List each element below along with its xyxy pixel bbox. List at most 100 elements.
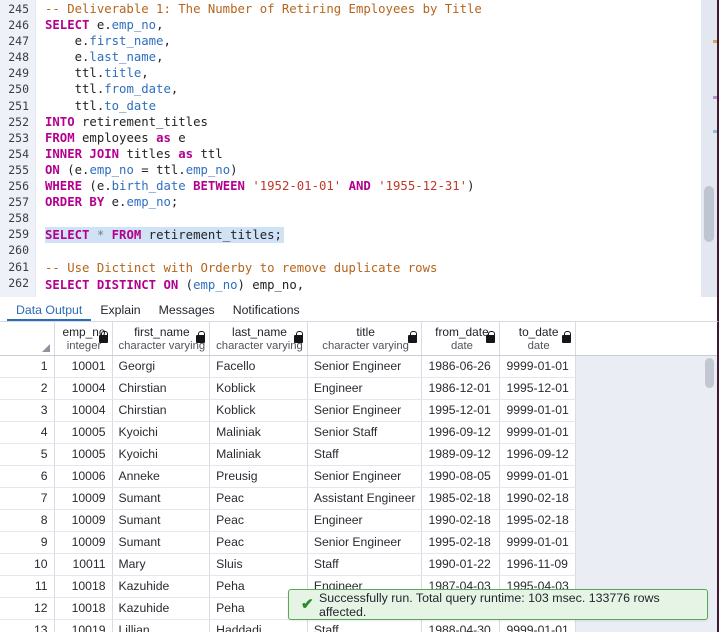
cell-from_date[interactable]: 1986-12-01 <box>421 377 501 400</box>
cell-to_date[interactable]: 1996-11-09 <box>499 553 576 576</box>
table-row[interactable]: 3 10004 Chirstian Koblick Senior Engineer 199… <box>0 399 576 422</box>
code-line[interactable]: e.last_name, <box>45 49 701 65</box>
cell-emp_no[interactable]: 10018 <box>54 597 113 620</box>
tab-messages[interactable]: Messages <box>150 303 224 321</box>
cell-title[interactable]: Engineer <box>307 509 423 532</box>
code-line[interactable]: e.first_name, <box>45 33 701 49</box>
cell-from_date[interactable]: 1989-09-12 <box>421 443 501 466</box>
code-line[interactable]: ORDER BY e.emp_no; <box>45 194 701 210</box>
cell-emp_no[interactable]: 10001 <box>54 355 113 378</box>
cell-title[interactable]: Staff <box>307 443 423 466</box>
cell-title[interactable]: Senior Staff <box>307 421 423 444</box>
cell-to_date[interactable]: 1995-12-01 <box>499 377 576 400</box>
cell-title[interactable]: Assistant Engineer <box>307 487 423 510</box>
cell-first_name[interactable]: Sumant <box>112 531 211 554</box>
table-row[interactable]: 6 10006 Anneke Preusig Senior Engineer 1990-0… <box>0 465 576 488</box>
cell-first_name[interactable]: Mary <box>112 553 211 576</box>
cell-first_name[interactable]: Anneke <box>112 465 211 488</box>
cell-from_date[interactable]: 1995-02-18 <box>421 531 501 554</box>
table-row[interactable]: 8 10009 Sumant Peac Engineer 1990-02-18 1995-0… <box>0 509 576 532</box>
sql-editor-scroll-area[interactable]: 245 246 247 248 249 250 251 252 253 254 255 256 257 2… <box>0 0 701 298</box>
cell-last_name[interactable]: Haddadi <box>209 619 308 632</box>
table-row[interactable]: 9 10009 Sumant Peac Senior Engineer 1995-02-1… <box>0 531 576 554</box>
cell-first_name[interactable]: Georgi <box>112 355 211 378</box>
sql-editor-panel[interactable]: 245 246 247 248 249 250 251 252 253 254 255 256 257 2… <box>0 0 719 298</box>
cell-last_name[interactable]: Sluis <box>209 553 308 576</box>
cell-from_date[interactable]: 1995-12-01 <box>421 399 501 422</box>
table-row[interactable]: 10 10011 Mary Sluis Staff 1990-01-22 1996-11-0… <box>0 553 576 576</box>
cell-first_name[interactable]: Kyoichi <box>112 443 211 466</box>
cell-title[interactable]: Senior Engineer <box>307 399 423 422</box>
code-line[interactable]: INTO retirement_titles <box>45 114 701 130</box>
cell-to_date[interactable]: 1996-09-12 <box>499 443 576 466</box>
cell-to_date[interactable]: 9999-01-01 <box>499 421 576 444</box>
code-line[interactable]: ttl.to_date <box>45 98 701 114</box>
code-line[interactable] <box>45 210 701 226</box>
cell-from_date[interactable]: 1986-06-26 <box>421 355 501 378</box>
cell-last_name[interactable]: Preusig <box>209 465 308 488</box>
row-number[interactable]: 8 <box>0 509 55 532</box>
tab-notifications[interactable]: Notifications <box>224 303 309 321</box>
cell-title[interactable]: Senior Engineer <box>307 531 423 554</box>
cell-last_name[interactable]: Peac <box>209 509 308 532</box>
cell-last_name[interactable]: Peac <box>209 487 308 510</box>
cell-first_name[interactable]: Kyoichi <box>112 421 211 444</box>
cell-emp_no[interactable]: 10009 <box>54 531 113 554</box>
row-number[interactable]: 7 <box>0 487 55 510</box>
row-number[interactable]: 13 <box>0 619 55 632</box>
row-number[interactable]: 3 <box>0 399 55 422</box>
cell-from_date[interactable]: 1985-02-18 <box>421 487 501 510</box>
cell-title[interactable]: Senior Engineer <box>307 465 423 488</box>
column-header-emp_no[interactable]: emp_no integer <box>54 322 113 356</box>
cell-emp_no[interactable]: 10019 <box>54 619 113 632</box>
column-header-title[interactable]: title character varying <box>307 322 423 356</box>
code-line[interactable]: SELECT * FROM retirement_titles; <box>45 227 284 244</box>
table-row[interactable]: 1 10001 Georgi Facello Senior Engineer 1986-0… <box>0 355 576 378</box>
cell-to_date[interactable]: 9999-01-01 <box>499 465 576 488</box>
sql-code-area[interactable]: -- Deliverable 1: The Number of Retiring… <box>36 0 701 297</box>
code-line[interactable] <box>45 244 701 260</box>
cell-emp_no[interactable]: 10009 <box>54 509 113 532</box>
row-number[interactable]: 4 <box>0 421 55 444</box>
row-number[interactable]: 6 <box>0 465 55 488</box>
cell-first_name[interactable]: Kazuhide <box>112 597 211 620</box>
cell-from_date[interactable]: 1990-01-22 <box>421 553 501 576</box>
cell-to_date[interactable]: 9999-01-01 <box>499 531 576 554</box>
cell-to_date[interactable]: 9999-01-01 <box>499 619 576 632</box>
cell-last_name[interactable]: Koblick <box>209 399 308 422</box>
tab-explain[interactable]: Explain <box>91 303 149 321</box>
data-output-grid[interactable]: emp_no integer first_name character varying… <box>0 322 719 632</box>
tab-data-output[interactable]: Data Output <box>7 303 92 322</box>
cell-emp_no[interactable]: 10005 <box>54 443 113 466</box>
code-line[interactable]: FROM employees as e <box>45 130 701 146</box>
cell-emp_no[interactable]: 10018 <box>54 575 113 598</box>
row-number[interactable]: 5 <box>0 443 55 466</box>
code-line[interactable]: ttl.from_date, <box>45 81 701 97</box>
table-row[interactable]: 2 10004 Chirstian Koblick Engineer 1986-12-01… <box>0 377 576 400</box>
cell-emp_no[interactable]: 10004 <box>54 399 113 422</box>
cell-emp_no[interactable]: 10011 <box>54 553 113 576</box>
code-line[interactable]: ttl.title, <box>45 65 701 81</box>
cell-from_date[interactable]: 1996-09-12 <box>421 421 501 444</box>
row-number[interactable]: 11 <box>0 575 55 598</box>
cell-to_date[interactable]: 9999-01-01 <box>499 355 576 378</box>
table-row[interactable]: 13 10019 Lillian Haddadi Staff 1988-04-30 9999… <box>0 619 576 632</box>
cell-last_name[interactable]: Maliniak <box>209 443 308 466</box>
code-line[interactable]: INNER JOIN titles as ttl <box>45 146 701 162</box>
column-header-first_name[interactable]: first_name character varying <box>112 322 211 356</box>
cell-last_name[interactable]: Peac <box>209 531 308 554</box>
code-line[interactable]: -- Deliverable 1: The Number of Retiring… <box>45 1 701 17</box>
row-number[interactable]: 10 <box>0 553 55 576</box>
column-header-to_date[interactable]: to_date date <box>499 322 576 356</box>
cell-first_name[interactable]: Chirstian <box>112 377 211 400</box>
cell-to_date[interactable]: 1995-02-18 <box>499 509 576 532</box>
cell-first_name[interactable]: Kazuhide <box>112 575 211 598</box>
column-header-from_date[interactable]: from_date date <box>421 322 501 356</box>
code-line[interactable]: WHERE (e.birth_date BETWEEN '1952-01-01'… <box>45 178 701 194</box>
table-row[interactable]: 7 10009 Sumant Peac Assistant Engineer 1985-0… <box>0 487 576 510</box>
table-row[interactable]: 5 10005 Kyoichi Maliniak Staff 1989-09-12 1996… <box>0 443 576 466</box>
cell-emp_no[interactable]: 10005 <box>54 421 113 444</box>
editor-vertical-scrollbar[interactable] <box>701 0 717 298</box>
cell-from_date[interactable]: 1990-02-18 <box>421 509 501 532</box>
cell-last_name[interactable]: Koblick <box>209 377 308 400</box>
